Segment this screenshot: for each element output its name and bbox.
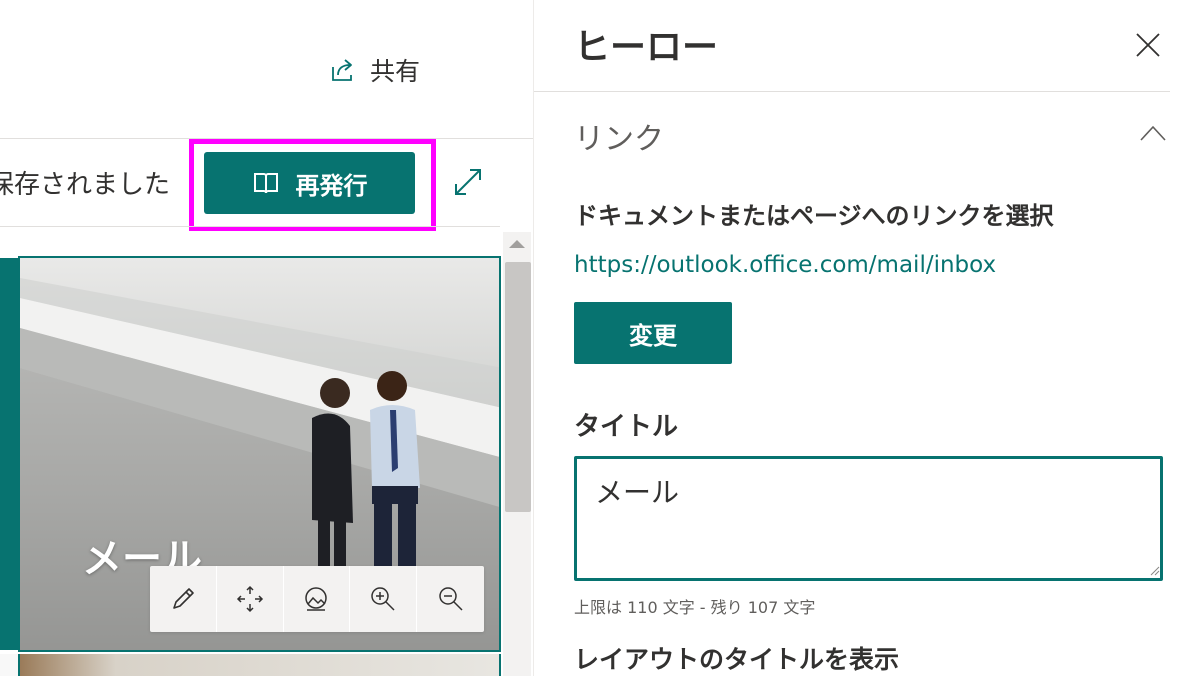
- zoom-in-icon: [371, 587, 395, 611]
- title-field-label: タイトル: [574, 412, 679, 442]
- reset-image-icon: [305, 587, 328, 611]
- book-icon: [253, 173, 278, 194]
- section-selection-bar: [0, 258, 18, 650]
- pane-title: ヒーロー: [574, 27, 719, 68]
- canvas-divider: [0, 226, 500, 227]
- republish-label: 再発行: [295, 171, 368, 200]
- image-toolbar: [150, 566, 484, 632]
- reset-image-button[interactable]: [284, 566, 351, 632]
- expand-icon[interactable]: [452, 166, 484, 198]
- scroll-thumb[interactable]: [505, 262, 531, 512]
- title-input[interactable]: メール: [574, 456, 1163, 581]
- canvas-corner: [0, 654, 18, 676]
- char-count: 上限は 110 文字 - 残り 107 文字: [574, 598, 816, 617]
- zoom-out-button[interactable]: [417, 566, 484, 632]
- scroll-up-arrow[interactable]: [509, 240, 525, 248]
- change-link-button[interactable]: 変更: [574, 302, 732, 364]
- edit-icon: [173, 588, 194, 609]
- link-url[interactable]: https://outlook.office.com/mail/inbox: [574, 252, 996, 278]
- edit-image-button[interactable]: [150, 566, 217, 632]
- save-status: 保存されました: [0, 170, 171, 200]
- section-link-header[interactable]: リンク: [574, 114, 664, 158]
- close-icon[interactable]: [1133, 30, 1163, 60]
- zoom-in-button[interactable]: [350, 566, 418, 632]
- republish-button[interactable]: 再発行: [204, 152, 415, 214]
- layout-title-label: レイアウトのタイトルを表示: [574, 645, 900, 674]
- property-pane: ヒーロー リンク ドキュメントまたはページへのリンクを選択 https://ou…: [533, 0, 1180, 676]
- zoom-out-icon: [438, 587, 463, 611]
- share-icon: [332, 59, 352, 81]
- resize-grip-icon[interactable]: [1150, 566, 1160, 576]
- page-editor: 共有 保存されました 再発行 メール: [0, 0, 533, 676]
- focal-point-button[interactable]: [217, 566, 284, 632]
- share-label: 共有: [370, 57, 421, 86]
- link-heading: ドキュメントまたはページへのリンクを選択: [574, 202, 1054, 230]
- focal-point-icon: [236, 585, 263, 613]
- chevron-up-icon[interactable]: [1138, 122, 1168, 144]
- next-tile-preview[interactable]: [18, 654, 501, 676]
- share-button[interactable]: 共有: [328, 52, 420, 88]
- pane-divider: [534, 91, 1170, 92]
